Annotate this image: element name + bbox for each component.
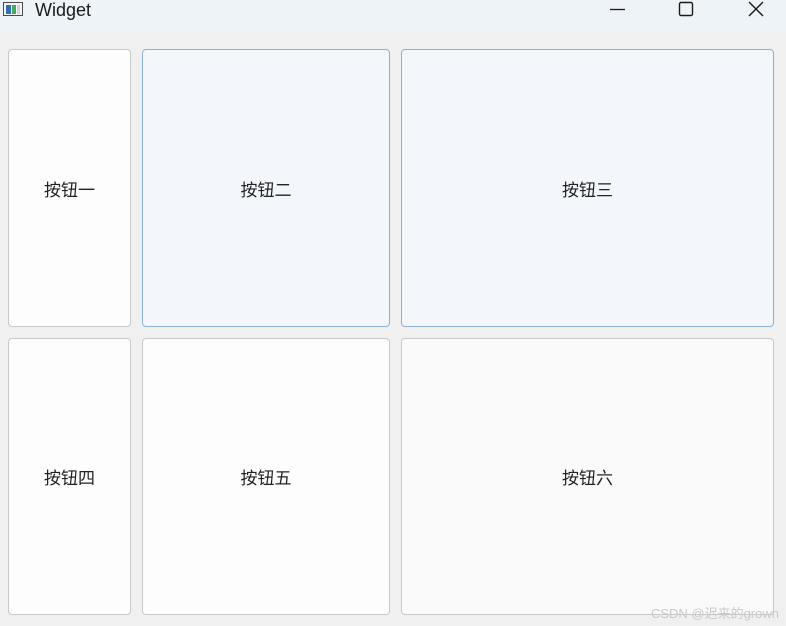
button-six-label: 按钮六 bbox=[562, 469, 613, 489]
button-four-label: 按钮四 bbox=[44, 469, 95, 489]
button-six[interactable]: 按钮六 bbox=[401, 338, 774, 615]
button-three-label: 按钮三 bbox=[562, 180, 613, 201]
close-icon bbox=[748, 1, 764, 17]
button-four[interactable]: 按钮四 bbox=[8, 338, 131, 615]
button-one-label: 按钮一 bbox=[44, 180, 95, 201]
app-window-icon bbox=[3, 2, 23, 16]
window-title: Widget bbox=[35, 0, 92, 20]
button-five[interactable]: 按钮五 bbox=[142, 338, 390, 615]
maximize-button[interactable] bbox=[662, 0, 708, 32]
watermark: CSDN @迟来的grown bbox=[650, 606, 779, 621]
minimize-icon bbox=[610, 8, 625, 11]
button-three[interactable]: 按钮三 bbox=[401, 49, 774, 327]
button-two-label: 按钮二 bbox=[240, 180, 292, 201]
close-button[interactable] bbox=[734, 0, 780, 32]
button-five-label: 按钮五 bbox=[240, 469, 292, 489]
title-bar[interactable]: Widget bbox=[0, 0, 786, 32]
minimize-button[interactable] bbox=[594, 0, 640, 32]
button-one[interactable]: 按钮一 bbox=[8, 49, 131, 327]
maximize-icon bbox=[678, 1, 694, 17]
button-two[interactable]: 按钮二 bbox=[142, 49, 390, 327]
